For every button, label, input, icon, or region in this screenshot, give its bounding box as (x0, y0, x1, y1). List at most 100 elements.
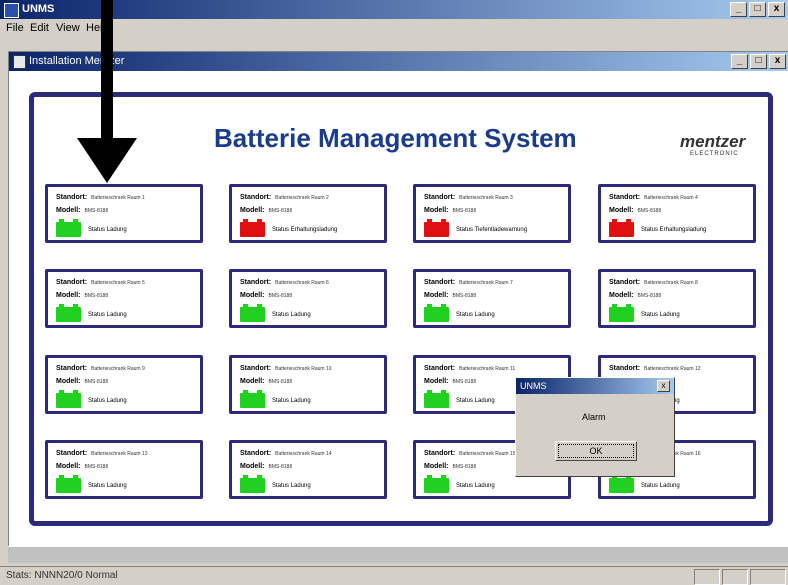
location-label: Standort: (56, 194, 88, 201)
battery-icon (56, 219, 81, 237)
model-row: Modell:BMS-8188 (56, 463, 108, 470)
location-row: Standort: Batterieschrank Raum 14 (240, 450, 332, 457)
location-value: Batterieschrank Raum 12 (644, 366, 701, 372)
model-value: BMS-8188 (268, 293, 293, 299)
battery-icon (56, 304, 81, 322)
mdi-title-bar[interactable]: Installation Mentzer _ □ x (9, 52, 788, 71)
minimize-button[interactable]: _ (730, 2, 747, 17)
menu-file[interactable]: File (6, 22, 24, 34)
location-label: Standort: (240, 194, 272, 201)
status-label: Status Ladung (88, 227, 127, 233)
logo-subtitle: ELECTRONIC (690, 151, 739, 157)
battery-icon (424, 219, 449, 237)
model-value: BMS-8188 (452, 464, 477, 470)
mdi-maximize-button[interactable]: □ (750, 54, 767, 69)
status-bar: Stats: NNNN20/0 Normal (0, 566, 788, 585)
status-label: Status Erhaltungsladung (641, 227, 707, 233)
status-label: Status Ladung (641, 483, 680, 489)
status-label: Status Ladung (456, 398, 495, 404)
dialog-close-icon[interactable]: x (657, 380, 670, 392)
location-value: Batterieschrank Raum 1 (91, 195, 145, 201)
model-row: Modell:BMS-8188 (56, 292, 108, 299)
dialog-title: UNMS (520, 381, 547, 391)
battery-card[interactable]: Standort: Batterieschrank Raum 14 Modell: B… (229, 440, 387, 499)
battery-card[interactable]: Standort: Batterieschrank Raum 9 Modell: BM… (45, 355, 203, 414)
location-label: Standort: (240, 279, 272, 286)
model-value: BMS-8188 (452, 208, 477, 214)
location-value: Batterieschrank Raum 2 (275, 195, 329, 201)
menu-edit[interactable]: Edit (30, 22, 49, 34)
location-row: Standort: Batterieschrank Raum 2 (240, 194, 329, 201)
status-label: Status Ladung (88, 312, 127, 318)
location-label: Standort: (609, 194, 641, 201)
app-title: UNMS (22, 3, 55, 15)
app-icon (4, 3, 19, 18)
battery-icon (240, 475, 265, 493)
battery-card[interactable]: Standort: Batterieschrank Raum 2 Modell: BM… (229, 184, 387, 243)
battery-card[interactable]: Standort: Batterieschrank Raum 7 Modell: BM… (413, 269, 571, 328)
mdi-minimize-button[interactable]: _ (731, 54, 748, 69)
status-pane (722, 569, 748, 585)
battery-icon (240, 304, 265, 322)
mentzer-logo: mentzer (680, 132, 746, 151)
model-label: Modell: (424, 463, 449, 470)
app-title-bar[interactable]: UNMS _ □ x (0, 0, 788, 19)
dialog-title-bar[interactable]: UNMS x (516, 378, 674, 394)
model-row: Modell:BMS-8188 (424, 207, 476, 214)
model-value: BMS-8188 (268, 464, 293, 470)
dialog-message: Alarm (582, 412, 606, 422)
model-row: Modell:BMS-8188 (240, 463, 292, 470)
mdi-close-button[interactable]: x (769, 54, 786, 69)
model-row: Modell:BMS-8188 (240, 292, 292, 299)
location-row: Standort: Batterieschrank Raum 11 (424, 365, 515, 372)
battery-card[interactable]: Standort: Batterieschrank Raum 8 Modell: BM… (598, 269, 756, 328)
location-row: Standort: Batterieschrank Raum 12 (609, 365, 701, 372)
status-label: Status Ladung (88, 483, 127, 489)
location-value: Batterieschrank Raum 4 (644, 195, 698, 201)
battery-card[interactable]: Standort: Batterieschrank Raum 3 Modell: BM… (413, 184, 571, 243)
model-row: Modell:BMS-8188 (240, 378, 292, 385)
status-label: Status Ladung (272, 398, 311, 404)
model-value: BMS-8188 (637, 208, 662, 214)
menu-view[interactable]: View (56, 22, 80, 34)
arrow-annotation (101, 0, 113, 143)
close-button[interactable]: x (768, 2, 785, 17)
model-label: Modell: (56, 207, 81, 214)
model-label: Modell: (424, 378, 449, 385)
location-row: Standort: Batterieschrank Raum 6 (240, 279, 329, 286)
location-row: Standort: Batterieschrank Raum 7 (424, 279, 513, 286)
model-row: Modell:BMS-8188 (56, 207, 108, 214)
status-label: Status Ladung (641, 312, 680, 318)
location-value: Batterieschrank Raum 15 (459, 451, 516, 457)
ok-button[interactable]: OK (555, 441, 637, 461)
model-row: Modell:BMS-8188 (424, 463, 476, 470)
location-label: Standort: (56, 279, 88, 286)
model-value: BMS-8188 (268, 379, 293, 385)
model-label: Modell: (240, 378, 265, 385)
battery-card[interactable]: Standort: Batterieschrank Raum 13 Modell: B… (45, 440, 203, 499)
battery-card[interactable]: Standort: Batterieschrank Raum 6 Modell: BM… (229, 269, 387, 328)
status-label: Status Erhaltungsladung (272, 227, 338, 233)
status-label: Status Tiefentladewarnung (456, 227, 528, 233)
window-controls: _ □ x (730, 2, 785, 17)
location-row: Standort: Batterieschrank Raum 5 (56, 279, 145, 286)
model-value: BMS-8188 (637, 293, 662, 299)
maximize-button[interactable]: □ (749, 2, 766, 17)
horizontal-scrollbar[interactable] (8, 546, 788, 563)
battery-card[interactable]: Standort: Batterieschrank Raum 10 Modell: B… (229, 355, 387, 414)
location-row: Standort: Batterieschrank Raum 9 (56, 365, 145, 372)
model-value: BMS-8188 (84, 464, 109, 470)
location-value: Batterieschrank Raum 13 (91, 451, 148, 457)
battery-card[interactable]: Standort: Batterieschrank Raum 1 Modell: BM… (45, 184, 203, 243)
status-label: Status Ladung (456, 483, 495, 489)
model-row: Modell:BMS-8188 (424, 292, 476, 299)
status-label: Status Ladung (272, 483, 311, 489)
arrow-head-annotation (77, 138, 137, 183)
battery-card[interactable]: Standort: Batterieschrank Raum 4 Modell: BM… (598, 184, 756, 243)
battery-icon (424, 304, 449, 322)
location-row: Standort: Batterieschrank Raum 4 (609, 194, 698, 201)
location-value: Batterieschrank Raum 5 (91, 280, 145, 286)
battery-icon (609, 219, 634, 237)
battery-card[interactable]: Standort: Batterieschrank Raum 5 Modell: BM… (45, 269, 203, 328)
model-label: Modell: (424, 292, 449, 299)
